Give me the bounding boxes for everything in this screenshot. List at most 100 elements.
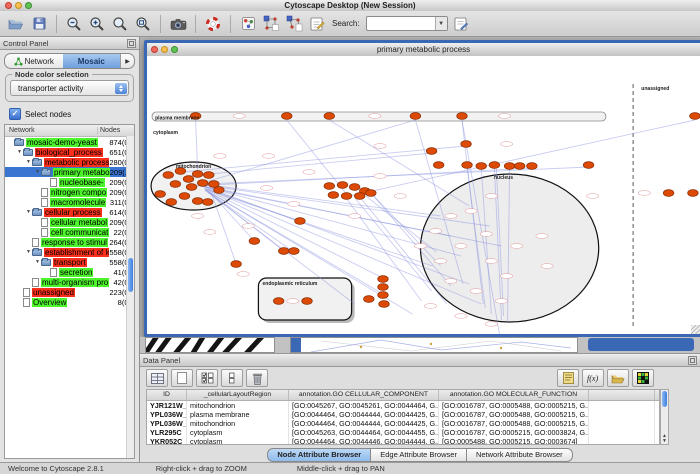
- tab-node-attribute-browser[interactable]: Node Attribute Browser: [267, 448, 371, 462]
- search-dropdown-arrow[interactable]: ▼: [435, 17, 447, 30]
- graph-node[interactable]: [282, 113, 293, 120]
- graph-node[interactable]: [663, 190, 674, 197]
- table-scrollbar[interactable]: ▲▼: [660, 389, 669, 445]
- tree-scrollbar-thumb[interactable]: [128, 258, 133, 292]
- graph-node[interactable]: [170, 181, 181, 188]
- tab-network[interactable]: Network: [5, 54, 63, 68]
- graph-node[interactable]: [354, 193, 365, 200]
- disclosure-arrow-icon[interactable]: ▼: [25, 247, 32, 257]
- heatmap-button[interactable]: [632, 369, 654, 387]
- graph-node[interactable]: [688, 190, 699, 197]
- graph-node[interactable]: [324, 113, 335, 120]
- background-window-fragment[interactable]: [290, 337, 578, 353]
- tree-row[interactable]: multi-organism pro42(0): [5, 277, 134, 287]
- zoom-selected-button[interactable]: [110, 14, 130, 34]
- search-options-button[interactable]: [451, 14, 471, 34]
- overview-window-fragment[interactable]: [145, 337, 275, 353]
- expand-network-button[interactable]: [261, 14, 281, 34]
- zoom-in-button[interactable]: [87, 14, 107, 34]
- attribute-notes-button[interactable]: [557, 369, 579, 387]
- graph-node[interactable]: [204, 172, 215, 179]
- graph-node[interactable]: [328, 192, 339, 199]
- table-row[interactable]: YLR295Ccytoplasm[GO:0045263, GO:0044464,…: [147, 428, 659, 437]
- graph-node[interactable]: [163, 172, 174, 179]
- graph-node[interactable]: [166, 199, 177, 206]
- vizmapper-button[interactable]: [238, 14, 258, 34]
- search-input[interactable]: ▼: [366, 16, 448, 31]
- graph-node[interactable]: [514, 163, 525, 170]
- column-header[interactable]: [589, 390, 655, 400]
- graph-edge[interactable]: [287, 120, 347, 194]
- graph-node[interactable]: [410, 113, 421, 120]
- graph-node[interactable]: [273, 298, 284, 305]
- tree-row[interactable]: nucleobase-209(0): [5, 177, 134, 187]
- table-scrollbar-thumb[interactable]: [662, 391, 667, 407]
- graph-node[interactable]: [457, 113, 468, 120]
- disclosure-arrow-icon[interactable]: ▼: [25, 157, 32, 167]
- float-panel-icon[interactable]: [127, 39, 136, 48]
- disclosure-arrow-icon[interactable]: ▼: [34, 167, 41, 177]
- graph-node[interactable]: [295, 218, 306, 225]
- tree-scrollbar[interactable]: [126, 136, 134, 458]
- delete-attribute-button[interactable]: [246, 369, 268, 387]
- graph-node[interactable]: [583, 162, 594, 169]
- graph-node[interactable]: [289, 248, 300, 255]
- snapshot-button[interactable]: [168, 14, 188, 34]
- graph-node[interactable]: [179, 193, 190, 200]
- zoom-button[interactable]: [171, 46, 178, 53]
- network-view-window[interactable]: primary metabolic process plasma membran…: [144, 40, 700, 337]
- minimize-button[interactable]: [161, 46, 168, 53]
- graph-node[interactable]: [349, 184, 360, 191]
- tree-row[interactable]: ▼metabolic process280(0): [5, 157, 134, 167]
- disclosure-arrow-icon[interactable]: ▼: [16, 147, 23, 157]
- table-row[interactable]: YKR052Ccytoplasm[GO:0044464, GO:0044446,…: [147, 437, 659, 445]
- annotation-button[interactable]: [307, 14, 327, 34]
- graph-node[interactable]: [527, 163, 538, 170]
- merge-network-button[interactable]: [284, 14, 304, 34]
- graph-node[interactable]: [278, 248, 289, 255]
- network-window-titlebar[interactable]: primary metabolic process: [147, 43, 700, 57]
- graph-node[interactable]: [341, 193, 352, 200]
- graph-node[interactable]: [364, 296, 375, 303]
- attribute-formula-button[interactable]: f(x): [582, 369, 604, 387]
- zoom-fit-button[interactable]: [133, 14, 153, 34]
- table-scrollbar-arrows[interactable]: ▲▼: [662, 434, 667, 444]
- network-canvas[interactable]: plasma membranecytoplasmmitochondrionnuc…: [147, 56, 700, 334]
- graph-node[interactable]: [690, 113, 700, 120]
- graph-node[interactable]: [379, 301, 390, 308]
- graph-edge[interactable]: [205, 189, 433, 266]
- resize-grip[interactable]: [691, 325, 700, 334]
- graph-node[interactable]: [462, 162, 473, 169]
- tree-row[interactable]: ▼cellular process614(0): [5, 207, 134, 217]
- tab-network-attribute-browser[interactable]: Network Attribute Browser: [467, 448, 573, 462]
- tree-row[interactable]: ▼biological_process651(0): [5, 147, 134, 157]
- graph-node[interactable]: [324, 183, 335, 190]
- tree-row[interactable]: nitrogen compo209(0): [5, 187, 134, 197]
- tab-mosaic[interactable]: Mosaic: [63, 54, 121, 68]
- graph-node[interactable]: [197, 180, 208, 187]
- unselect-attributes-button[interactable]: [221, 369, 243, 387]
- attribute-table[interactable]: ID_cellularLayoutRegionannotation.GO CEL…: [146, 389, 660, 445]
- new-attribute-button[interactable]: [171, 369, 193, 387]
- tree-row[interactable]: Overview8(0): [5, 297, 134, 307]
- tree-row[interactable]: ▼primary metabo209(...: [5, 167, 134, 177]
- graph-edge[interactable]: [329, 120, 469, 206]
- tree-row[interactable]: secretion41(0): [5, 267, 134, 277]
- tree-row[interactable]: cellular metabol209(0): [5, 217, 134, 227]
- tree-row[interactable]: ▼transport558(0): [5, 257, 134, 267]
- import-attributes-button[interactable]: [607, 369, 629, 387]
- tree-column-nodes[interactable]: Nodes: [97, 127, 134, 134]
- tree-column-network[interactable]: Network: [5, 127, 97, 134]
- select-nodes-checkbox[interactable]: ✓: [9, 108, 21, 120]
- graph-node[interactable]: [378, 284, 389, 291]
- graph-node[interactable]: [489, 162, 500, 169]
- tree-row[interactable]: mosaic-demo-yeast874(0): [5, 137, 134, 147]
- graph-node[interactable]: [378, 276, 389, 283]
- tab-edge-attribute-browser[interactable]: Edge Attribute Browser: [371, 448, 467, 462]
- background-window-fragment[interactable]: [588, 337, 694, 353]
- node-color-select[interactable]: transporter activity: [10, 80, 129, 96]
- float-panel-icon[interactable]: [688, 356, 697, 365]
- help-button[interactable]: [203, 14, 223, 34]
- graph-node[interactable]: [192, 171, 203, 178]
- tab-overflow-button[interactable]: ▶: [120, 54, 134, 68]
